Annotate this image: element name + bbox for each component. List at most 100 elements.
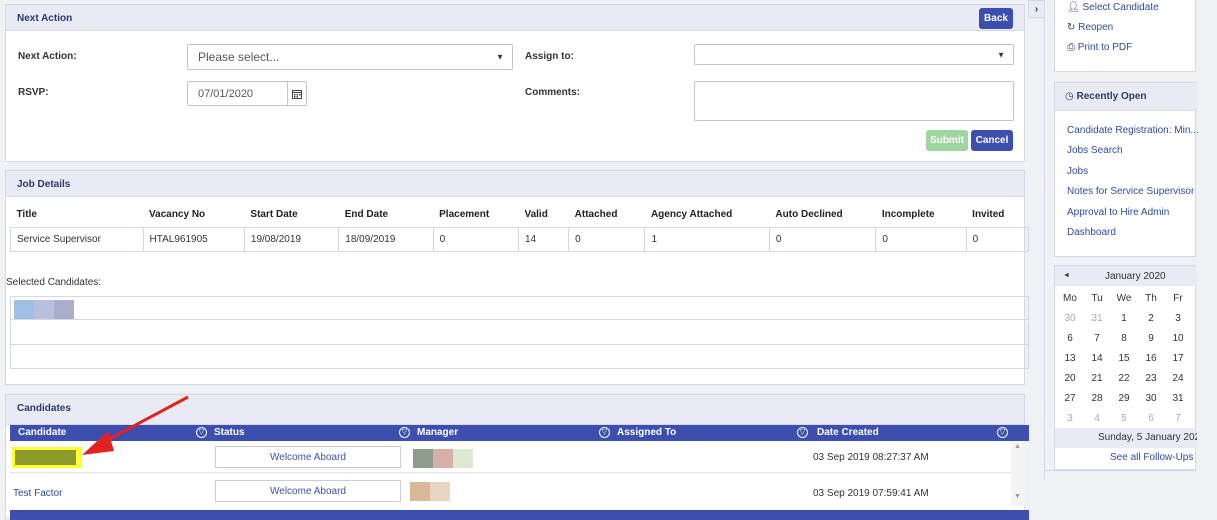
user-icon: 👤︎ [1067, 2, 1080, 13]
calendar-day[interactable]: 17 [1165, 353, 1191, 364]
calendar-day[interactable]: 8 [1111, 333, 1137, 344]
calendar-day[interactable]: 28 [1084, 393, 1110, 404]
filter-icon[interactable]: ▽ [399, 427, 410, 438]
assign-to-label: Assign to: [525, 51, 574, 62]
sidebar-action-print[interactable]: ⎙ Print to PDF [1067, 42, 1132, 53]
calendar-day[interactable]: 6 [1057, 333, 1083, 344]
chevron-down-icon: ▼ [496, 52, 504, 62]
calendar-day[interactable]: 5 [1111, 413, 1137, 424]
calendar-day[interactable]: 31 [1084, 313, 1110, 324]
job-title-link[interactable]: Service Supervisor [10, 226, 144, 252]
calendar-day[interactable]: 10 [1165, 333, 1191, 344]
calendar-day[interactable]: 7 [1165, 413, 1191, 424]
filter-icon[interactable]: ▽ [797, 427, 808, 438]
collapse-sidebar-button[interactable]: › [1028, 0, 1045, 18]
calendar-day[interactable]: 1 [1111, 313, 1137, 324]
divider [1044, 0, 1045, 480]
recent-link[interactable]: Dashboard [1067, 227, 1116, 238]
recent-link[interactable]: Candidate Registration: Min... [1067, 125, 1199, 136]
arrow-annotation-icon [82, 395, 189, 455]
avatar [34, 300, 54, 319]
chevron-down-icon: ▼ [997, 50, 1005, 59]
manager-avatar [453, 449, 473, 468]
sidebar-bottom-panel [1044, 470, 1196, 471]
calendar-icon[interactable] [287, 82, 306, 105]
next-action-select[interactable]: Please select... ▼ [187, 44, 513, 70]
calendar-day[interactable]: 20 [1057, 373, 1083, 384]
sidebar-action-reopen[interactable]: ↻ Reopen [1067, 22, 1113, 33]
selected-candidates-label: Selected Candidates: [6, 277, 102, 288]
filter-icon[interactable]: ▽ [599, 427, 610, 438]
status-field[interactable]: Welcome Aboard [215, 480, 401, 502]
prev-month-icon[interactable]: ◄ [1063, 272, 1070, 279]
comments-textarea[interactable] [694, 81, 1014, 121]
sidebar-action-label: Select Candidate [1082, 2, 1159, 13]
col-title: Title [16, 209, 37, 221]
calendar-day[interactable]: 16 [1138, 353, 1164, 364]
calendar-day[interactable]: 3 [1057, 413, 1083, 424]
calendar-weekday: We [1116, 293, 1132, 304]
calendar-day[interactable]: 3 [1165, 313, 1191, 324]
cancel-button[interactable]: Cancel [971, 130, 1013, 151]
back-button[interactable]: Back [979, 8, 1013, 29]
calendar-day[interactable]: 13 [1057, 353, 1083, 364]
col-status: Status [214, 427, 245, 438]
auto-declined-count: 0 [768, 226, 877, 252]
refresh-icon: ↻ [1067, 22, 1076, 33]
calendar-day[interactable]: 23 [1138, 373, 1164, 384]
calendar-day[interactable]: 31 [1165, 393, 1191, 404]
status-field[interactable]: Welcome Aboard [215, 446, 401, 468]
calendar-day[interactable]: 6 [1138, 413, 1164, 424]
calendar-day[interactable]: 7 [1084, 333, 1110, 344]
recent-link[interactable]: Jobs [1067, 166, 1088, 177]
invited-count: 0 [965, 226, 1030, 252]
manager-avatar [410, 482, 430, 501]
selected-candidates-row [10, 345, 1029, 369]
recent-link[interactable]: Jobs Search [1067, 145, 1123, 156]
calendar-widget: ◄ January 2020 Mo Tu We Th Fr 30 31 1 2 3 6 7 8 9 10 13… [1054, 265, 1197, 470]
calendar-day[interactable]: 21 [1084, 373, 1110, 384]
calendar-day[interactable]: 24 [1165, 373, 1191, 384]
calendar-weekday: Mo [1063, 293, 1077, 304]
valid-count: 14 [517, 226, 570, 252]
rsvp-label: RSVP: [18, 87, 49, 98]
calendar-day[interactable]: 15 [1111, 353, 1137, 364]
col-auto-declined: Auto Declined [775, 209, 843, 221]
calendar-day[interactable]: 29 [1111, 393, 1137, 404]
calendar-day[interactable]: 14 [1084, 353, 1110, 364]
job-details-table: Title Vacancy No Start Date End Date Pla… [10, 203, 1030, 252]
see-all-follow-ups-link[interactable]: See all Follow-Ups [1110, 452, 1193, 463]
calendar-day[interactable]: 30 [1138, 393, 1164, 404]
candidate-name-link[interactable]: Test Factor [13, 488, 62, 499]
date-created: 03 Sep 2019 08:27:37 AM [813, 452, 929, 463]
recent-link[interactable]: Notes for Service Supervisor [1067, 186, 1194, 197]
filter-icon[interactable]: ▽ [997, 427, 1008, 438]
vacancy-no: HTAL961905 [142, 226, 245, 252]
job-details-panel: Job Details Title Vacancy No Start Date … [5, 170, 1030, 385]
selected-candidates-row [10, 296, 1029, 320]
next-action-panel: Next Action Back Next Action: Please sel… [5, 4, 1025, 162]
submit-button[interactable]: Submit [926, 130, 968, 151]
table-row[interactable]: Test Factor Welcome Aboard 03 Sep 2019 0… [10, 475, 1011, 507]
date-created: 03 Sep 2019 07:59:41 AM [813, 488, 929, 499]
pager-bar [10, 510, 1029, 520]
calendar-day[interactable]: 4 [1084, 413, 1110, 424]
filter-icon[interactable]: ▽ [196, 427, 207, 438]
calendar-day[interactable]: 9 [1138, 333, 1164, 344]
calendar-month: January 2020 [1105, 271, 1166, 282]
sidebar-action-select-candidate[interactable]: 👤︎ Select Candidate [1067, 2, 1159, 13]
col-assigned-to: Assigned To [617, 427, 677, 438]
calendar-today[interactable]: Sunday, 5 January 202 [1055, 428, 1197, 448]
calendar-day[interactable]: 2 [1138, 313, 1164, 324]
calendar-day[interactable]: 27 [1057, 393, 1083, 404]
next-action-title: Next Action [6, 5, 1024, 31]
calendar-day[interactable]: 30 [1057, 313, 1083, 324]
calendar-weekday: Th [1145, 293, 1157, 304]
assign-to-select[interactable]: ▼ [694, 44, 1014, 65]
calendar-day[interactable]: 22 [1111, 373, 1137, 384]
scrollbar[interactable]: ▲ ▼ [1011, 441, 1025, 506]
print-icon: ⎙ [1067, 42, 1075, 53]
recent-link[interactable]: Approval to Hire Admin [1067, 207, 1169, 218]
calendar-weekday: Fr [1173, 293, 1183, 304]
clock-icon: ◷ [1065, 91, 1074, 102]
